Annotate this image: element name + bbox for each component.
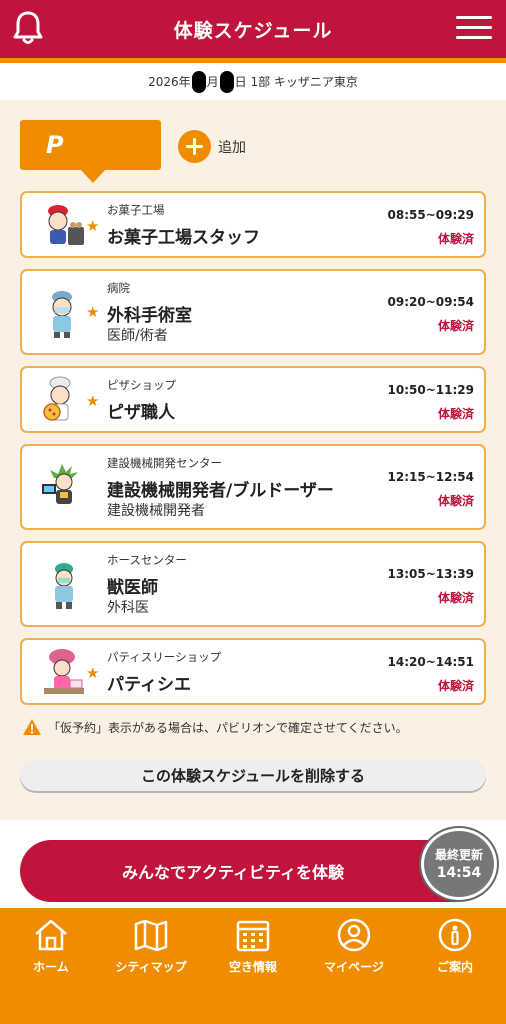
surgeon-avatar-icon <box>52 291 72 338</box>
home-icon <box>35 919 67 951</box>
confectioner-avatar-icon <box>48 205 84 245</box>
calendar-icon <box>236 920 270 952</box>
nav-guide[interactable]: ご案内 <box>410 918 500 975</box>
nav-city-map[interactable]: シティマップ <box>106 918 196 975</box>
veterinarian-avatar-icon <box>55 563 73 609</box>
favorite-star-icon: ★ <box>86 392 100 410</box>
favorite-star-icon: ★ <box>86 217 100 235</box>
engineer-avatar-icon <box>42 464 78 504</box>
time-range: 09:20~09:54 <box>387 295 474 309</box>
job-role: 建設機械開発者 <box>107 503 205 519</box>
nav-label: ご案内 <box>436 960 473 974</box>
last-updated-label: 最終更新 <box>434 848 483 862</box>
schedule-card[interactable]: ホースセンター 獣医師 外科医 13:05~13:39 体験済 <box>20 541 486 627</box>
notice-text: 「仮予約」表示がある場合は、パビリオンで確定させてください。 <box>48 720 408 735</box>
page-title: 体験スケジュール <box>173 19 333 42</box>
date-prefix: 2026年 <box>148 75 191 89</box>
status-badge: 体験済 <box>437 591 474 605</box>
job-name: 建設機械開発者/ブルドーザー <box>107 481 334 501</box>
date-bar: 2026年 月 日 1部 キッザニア東京 <box>0 63 506 100</box>
map-icon <box>134 919 168 952</box>
redacted-mark <box>219 70 234 93</box>
pavilion-name: 病院 <box>107 281 130 295</box>
date-session: 日 1部 キッザニア東京 <box>234 75 358 89</box>
user-icon <box>337 918 371 952</box>
favorite-star-icon: ★ <box>86 303 100 321</box>
schedule-card[interactable]: 建設機械開発センター 建設機械開発者/ブルドーザー 建設機械開発者 12:15~… <box>20 444 486 530</box>
patissier-avatar-icon <box>44 649 84 694</box>
pizza-chef-avatar-icon <box>43 376 71 421</box>
player-initial: P <box>46 131 64 159</box>
notice: 「仮予約」表示がある場合は、パビリオンで確定させてください。 <box>22 718 492 736</box>
info-icon <box>438 918 472 952</box>
pavilion-name: パティスリーショップ <box>107 650 222 664</box>
plus-icon <box>178 130 211 163</box>
time-range: 10:50~11:29 <box>387 383 474 397</box>
time-range: 14:20~14:51 <box>387 655 474 669</box>
last-updated-time: 14:54 <box>436 865 482 881</box>
nav-label: マイページ <box>324 960 384 974</box>
job-name: パティシエ <box>107 675 191 695</box>
bell-icon[interactable] <box>12 10 44 46</box>
job-name: 外科手術室 <box>107 306 192 326</box>
nav-label: 空き情報 <box>228 960 277 974</box>
status-badge: 体験済 <box>437 319 474 333</box>
add-player-button[interactable]: 追加 <box>178 130 246 163</box>
redacted-mark <box>191 70 206 93</box>
nav-home[interactable]: ホーム <box>6 918 96 975</box>
player-tab[interactable]: P <box>20 120 161 183</box>
pavilion-name: ホースセンター <box>107 553 187 567</box>
status-badge: 体験済 <box>437 232 474 246</box>
group-activity-button[interactable]: みんなでアクティビティを体験 <box>20 840 486 902</box>
pavilion-name: お菓子工場 <box>107 203 165 217</box>
job-role: 医師/術者 <box>107 328 168 344</box>
pavilion-name: 建設機械開発センター <box>107 456 222 470</box>
last-updated-badge[interactable]: 最終更新 14:54 <box>421 828 497 900</box>
time-range: 12:15~12:54 <box>387 470 474 484</box>
date-month-suffix: 月 <box>206 75 219 89</box>
status-badge: 体験済 <box>437 407 474 421</box>
nav-my-page[interactable]: マイページ <box>309 918 399 975</box>
add-label: 追加 <box>218 139 246 156</box>
warning-icon <box>23 719 41 735</box>
time-range: 13:05~13:39 <box>387 567 474 581</box>
delete-schedule-button[interactable]: この体験スケジュールを削除する <box>20 759 486 791</box>
time-range: 08:55~09:29 <box>387 208 474 222</box>
status-badge: 体験済 <box>437 494 474 508</box>
nav-availability[interactable]: 空き情報 <box>208 918 298 975</box>
nav-label: ホーム <box>33 960 69 974</box>
job-role: 外科医 <box>107 600 149 616</box>
job-name: ピザ職人 <box>107 403 175 423</box>
schedule-card[interactable]: ★ ピザショップ ピザ職人 10:50~11:29 体験済 <box>20 366 486 433</box>
app-header: 体験スケジュール <box>0 0 506 58</box>
schedule-card[interactable]: ★ パティスリーショップ パティシエ 14:20~14:51 体験済 <box>20 638 486 705</box>
job-name: 獣医師 <box>107 578 158 598</box>
nav-label: シティマップ <box>115 960 187 974</box>
schedule-card[interactable]: ★ 病院 外科手術室 医師/術者 09:20~09:54 体験済 <box>20 269 486 355</box>
schedule-card[interactable]: ★ お菓子工場 お菓子工場スタッフ 08:55~09:29 体験済 <box>20 191 486 258</box>
pavilion-name: ピザショップ <box>107 378 176 392</box>
job-name: お菓子工場スタッフ <box>107 228 260 248</box>
favorite-star-icon: ★ <box>86 664 100 682</box>
status-badge: 体験済 <box>437 679 474 693</box>
bottom-nav: ホーム シティマップ 空き情報 マイページ ご案内 <box>0 908 506 1024</box>
hamburger-menu-icon[interactable] <box>456 16 492 40</box>
